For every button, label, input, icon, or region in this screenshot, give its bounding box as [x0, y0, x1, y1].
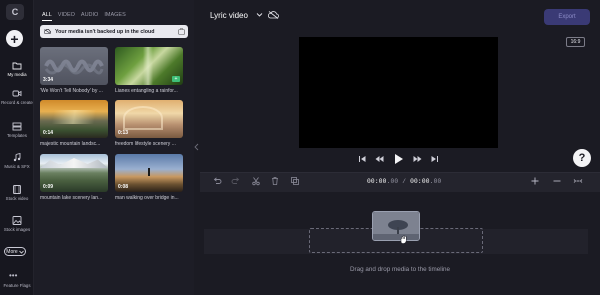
music-note-icon [13, 153, 21, 162]
cloud-off-icon [44, 29, 51, 34]
timecode-current-frac: .00 [386, 178, 399, 185]
nav-music-sfx[interactable]: Music & SFX [0, 153, 34, 169]
chevron-left-icon [194, 143, 199, 151]
rewind-button[interactable] [375, 155, 384, 163]
help-button[interactable]: ? [573, 149, 591, 167]
nav-stock-images-label: Stock images [3, 227, 31, 232]
media-item-caption: man walking over bridge in... [115, 195, 179, 201]
nav-my-media[interactable]: My media [0, 61, 34, 77]
nav-templates[interactable]: Templates [0, 122, 34, 138]
add-to-timeline-icon[interactable]: + [172, 76, 180, 82]
undo-icon[interactable] [212, 176, 222, 186]
media-duration: 0:08 [118, 184, 129, 190]
media-item-man-walking-bridge[interactable]: 0:08 [115, 154, 183, 192]
media-item-caption: majestic mountain landsc... [40, 141, 101, 147]
cloud-backup-notice-text: Your media isn't backed up in the cloud [55, 28, 155, 35]
left-navigation-rail: C + My media Record & create Templates M… [0, 0, 34, 295]
fast-forward-button[interactable] [413, 155, 422, 163]
nav-record-create[interactable]: Record & create [0, 89, 34, 105]
tab-all[interactable]: ALL [42, 12, 52, 21]
media-item-mountain-lake[interactable]: 0:09 [40, 154, 108, 192]
feature-flags-label: Feature Flags [3, 283, 31, 288]
nav-stock-images[interactable]: Stock images [0, 216, 34, 232]
feature-flags-icon[interactable]: ••• [9, 271, 17, 280]
chevron-down-icon[interactable] [256, 12, 263, 18]
camera-icon [12, 90, 22, 97]
templates-icon [12, 122, 22, 131]
nav-record-create-label: Record & create [1, 100, 33, 105]
folder-icon [12, 62, 22, 70]
media-item-majestic-mountain[interactable]: 0:14 [40, 100, 108, 138]
tab-video[interactable]: VIDEO [58, 12, 75, 21]
backup-status-icon [178, 28, 185, 35]
media-panel: ALL VIDEO AUDIO IMAGES Your media isn't … [34, 0, 194, 295]
chevron-down-icon [18, 250, 24, 254]
skip-to-end-button[interactable] [430, 155, 439, 163]
nav-stock-video[interactable]: Stock video [0, 185, 34, 201]
dragged-media-preview [373, 212, 419, 240]
cloud-backup-notice[interactable]: Your media isn't backed up in the cloud [40, 25, 188, 38]
fast-forward-icon [413, 156, 422, 162]
export-button[interactable]: Export [544, 9, 590, 25]
scissors-icon[interactable] [251, 176, 261, 186]
nav-my-media-label: My media [7, 72, 27, 77]
grab-cursor-icon [400, 235, 407, 244]
media-item-caption: Lianes entangling a rainfor... [115, 88, 178, 94]
media-duration: 3:34 [43, 77, 54, 83]
media-duration: 0:09 [43, 184, 54, 190]
project-title[interactable]: Lyric video [210, 11, 248, 20]
zoom-out-icon[interactable] [552, 176, 562, 186]
media-item-caption: freedom lifestyle scenery ... [115, 141, 176, 147]
video-preview [299, 37, 498, 148]
duplicate-icon[interactable] [290, 176, 300, 186]
media-item-freedom-lifestyle[interactable]: 0:13 [115, 100, 183, 138]
create-new-button[interactable]: + [6, 30, 23, 47]
tab-audio[interactable]: AUDIO [81, 12, 98, 21]
skip-to-start-button[interactable] [358, 155, 367, 163]
rewind-icon [375, 156, 384, 162]
media-item-caption: 'We Won't Tell Nobody' by ... [40, 88, 103, 94]
media-duration: 0:14 [43, 130, 54, 136]
collapse-panel-handle[interactable] [194, 140, 200, 154]
cloud-off-icon[interactable] [268, 11, 279, 19]
timecode-separator: / [398, 178, 411, 185]
trash-icon[interactable] [270, 176, 280, 186]
skip-forward-icon [431, 156, 438, 162]
play-icon [395, 154, 403, 164]
timecode-total-frac: .00 [429, 178, 442, 185]
fit-timeline-icon[interactable] [573, 176, 583, 186]
skip-back-icon [359, 156, 366, 162]
nav-stock-video-label: Stock video [5, 196, 29, 201]
timecode-total: 00:00 [410, 178, 430, 185]
nav-music-sfx-label: Music & SFX [4, 164, 30, 169]
media-item-we-wont-tell-nobody[interactable]: 3:34 [40, 47, 108, 85]
tab-images[interactable]: IMAGES [104, 12, 125, 21]
redo-icon[interactable] [231, 176, 241, 186]
image-icon [12, 216, 22, 225]
nav-templates-label: Templates [6, 133, 27, 138]
media-duration: 0:13 [118, 130, 129, 136]
play-button[interactable] [394, 153, 404, 165]
film-icon [13, 185, 21, 194]
more-button[interactable]: More [4, 247, 26, 256]
aspect-ratio-button[interactable]: 16:9 [566, 37, 585, 47]
zoom-in-icon[interactable] [530, 176, 540, 186]
timecode-display: 00:00.00 / 00:00.00 [367, 178, 441, 185]
media-tabs: ALL VIDEO AUDIO IMAGES [42, 12, 126, 21]
media-item-caption: mountain lake scenery lan... [40, 195, 103, 201]
dragged-media-thumbnail[interactable] [372, 211, 420, 241]
timecode-current: 00:00 [367, 178, 387, 185]
drag-drop-hint: Drag and drop media to the timeline [349, 266, 451, 273]
more-label: More [6, 248, 18, 255]
media-item-lianes-rainforest[interactable]: + [115, 47, 183, 85]
clipchamp-logo[interactable]: C [6, 4, 24, 20]
